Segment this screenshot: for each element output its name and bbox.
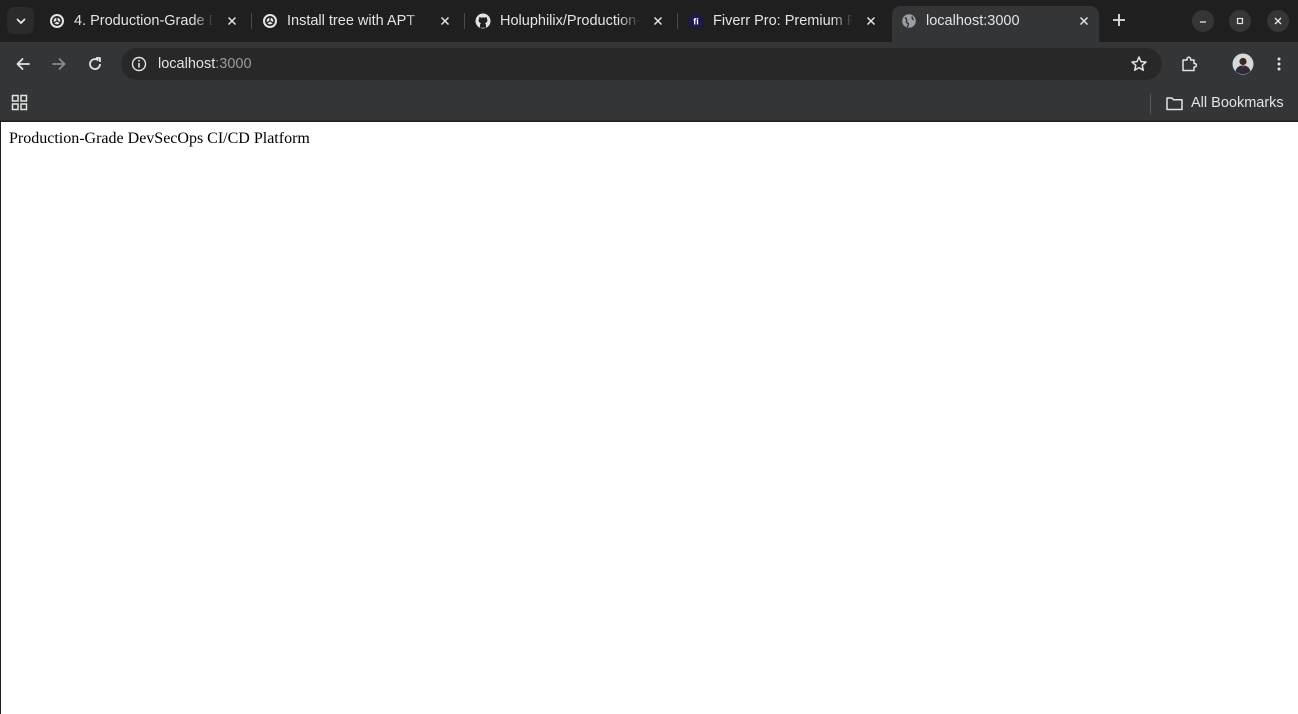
tab-title: localhost:3000: [926, 13, 1020, 29]
minimize-button[interactable]: [1192, 10, 1214, 32]
bookmarks-divider: [1150, 94, 1151, 114]
window-close-button[interactable]: [1267, 10, 1289, 32]
tab-localhost[interactable]: localhost:3000: [901, 7, 1092, 35]
tab-divider: [677, 13, 678, 29]
maximize-icon: [1236, 17, 1244, 25]
folder-icon: [1166, 96, 1183, 110]
chatgpt-icon: [49, 13, 65, 29]
tab-title: Fiverr Pro: Premium Freelance: [713, 13, 853, 29]
tab-install-tree[interactable]: Install tree with APT: [262, 7, 453, 35]
bookmark-star-icon[interactable]: [1130, 55, 1148, 73]
new-tab-button[interactable]: [1108, 9, 1130, 31]
close-icon[interactable]: [1076, 13, 1092, 29]
all-bookmarks-button[interactable]: All Bookmarks: [1166, 93, 1284, 113]
tab-strip: 4. Production-Grade DevSecOps Install tr…: [0, 0, 1298, 42]
more-vertical-icon: [1277, 57, 1281, 71]
close-icon[interactable]: [224, 13, 240, 29]
apps-grid-icon[interactable]: [11, 94, 29, 112]
reload-icon: [89, 57, 101, 70]
address-url[interactable]: localhost:3000: [158, 56, 252, 72]
close-icon[interactable]: [437, 13, 453, 29]
reload-button[interactable]: [81, 50, 109, 78]
plus-icon: [1113, 14, 1125, 26]
bookmarks-bar: All Bookmarks: [0, 86, 1298, 121]
minimize-icon: [1200, 21, 1206, 23]
forward-button[interactable]: [45, 50, 73, 78]
chatgpt-icon: [262, 13, 278, 29]
tab-search-button[interactable]: [7, 7, 34, 34]
github-icon: [475, 13, 491, 29]
tab-title: Holuphilix/Production-Grade: [500, 13, 640, 29]
extensions-button[interactable]: [1175, 50, 1203, 78]
tab-divider: [251, 13, 252, 29]
close-icon[interactable]: [650, 13, 666, 29]
menu-button[interactable]: [1265, 50, 1293, 78]
tab-production-grade[interactable]: 4. Production-Grade DevSecOps: [49, 7, 240, 35]
maximize-button[interactable]: [1229, 10, 1251, 32]
svg-text:fi: fi: [693, 17, 699, 27]
site-info-icon[interactable]: [131, 56, 147, 72]
tab-fiverr-pro[interactable]: fi Fiverr Pro: Premium Freelance: [688, 7, 879, 35]
puzzle-icon: [1182, 56, 1198, 72]
avatar: [1232, 53, 1254, 75]
all-bookmarks-label: All Bookmarks: [1191, 95, 1284, 111]
tab-title: Install tree with APT: [287, 13, 416, 29]
globe-icon: [901, 13, 917, 29]
arrow-right-icon: [52, 58, 66, 70]
page-viewport: Production-Grade DevSecOps CI/CD Platfor…: [1, 122, 1298, 714]
tab-title: 4. Production-Grade DevSecOps: [74, 13, 214, 29]
tab-github-repo[interactable]: Holuphilix/Production-Grade: [475, 7, 666, 35]
fiverr-icon: fi: [688, 13, 704, 29]
browser-toolbar: localhost:3000: [0, 42, 1298, 86]
chevron-down-icon: [16, 18, 25, 24]
close-icon[interactable]: [863, 13, 879, 29]
arrow-left-icon: [16, 58, 30, 70]
address-bar[interactable]: localhost:3000: [121, 48, 1162, 80]
page-body-text: Production-Grade DevSecOps CI/CD Platfor…: [9, 130, 310, 147]
url-host: localhost: [158, 56, 216, 72]
close-icon: [1274, 17, 1282, 25]
profile-button[interactable]: [1229, 50, 1257, 78]
back-button[interactable]: [9, 50, 37, 78]
tab-divider: [464, 13, 465, 29]
url-port: :3000: [215, 56, 252, 72]
